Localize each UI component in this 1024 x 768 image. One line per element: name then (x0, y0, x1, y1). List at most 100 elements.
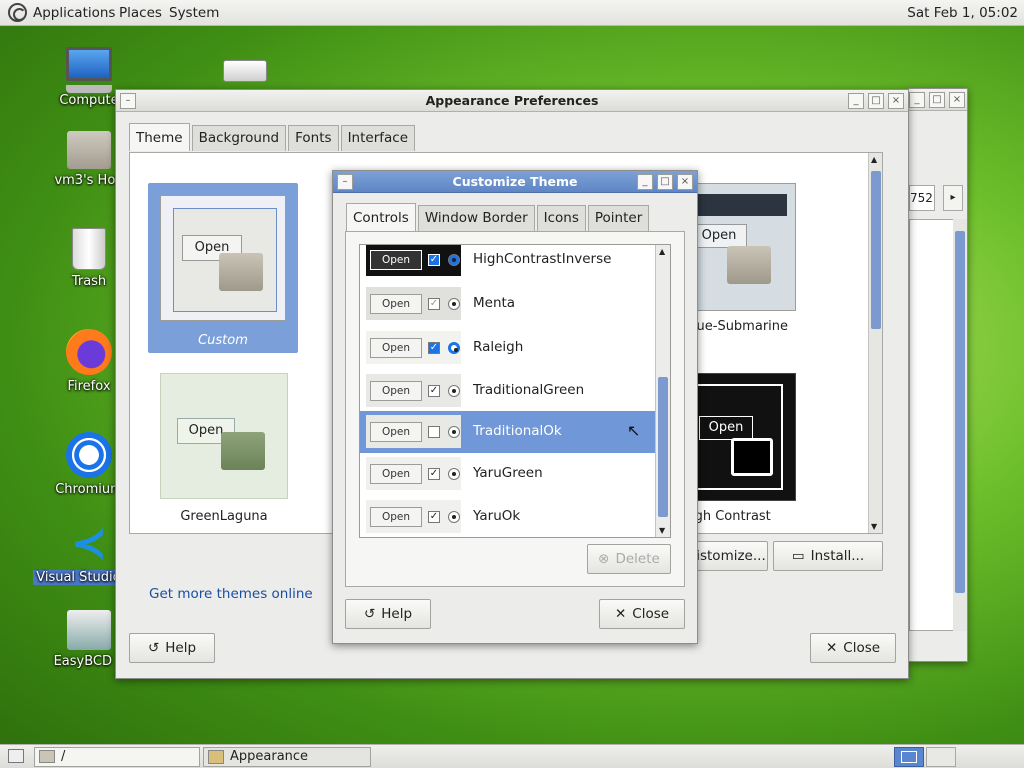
tab-controls[interactable]: Controls (346, 203, 416, 231)
help-button[interactable]: ↺ Help (345, 599, 431, 629)
preview-titlebar (687, 194, 787, 216)
taskbar-item-appearance[interactable]: Appearance Prefere... (203, 747, 371, 768)
delete-button[interactable]: ⊗ Delete (587, 544, 671, 574)
scroll-down-icon[interactable]: ▼ (659, 526, 665, 535)
maximize-icon[interactable]: □ (868, 93, 884, 109)
drive-icon[interactable] (223, 60, 267, 82)
controls-list-scrollbar[interactable]: ▲ ▼ (655, 245, 670, 537)
chromium-icon (66, 432, 112, 478)
tab-window-border[interactable]: Window Border (417, 205, 535, 231)
folder-icon (731, 438, 773, 476)
checkbox-icon: ✓ (428, 298, 440, 310)
maximize-icon[interactable]: □ (929, 92, 945, 108)
close-icon[interactable]: × (888, 93, 904, 109)
list-item[interactable]: Open ✓ YaruGreen (360, 453, 656, 495)
background-window-titlebar[interactable]: _ □ × (909, 89, 967, 111)
top-panel: Applications Places System Sat Feb 1, 05… (0, 0, 1024, 26)
minimize-icon[interactable]: _ (637, 174, 653, 190)
close-button[interactable]: ✕ Close (810, 633, 896, 663)
taskbar-item-label: / (61, 749, 66, 764)
install-icon: ▭ (791, 548, 805, 564)
close-icon[interactable]: × (949, 92, 965, 108)
install-button[interactable]: ▭ Install... (773, 541, 883, 571)
appearance-titlebar[interactable]: – Appearance Preferences _ □ × (116, 90, 908, 112)
scroll-up-icon[interactable]: ▲ (659, 247, 665, 256)
list-item[interactable]: Open ✓ HighContrastInverse (360, 245, 656, 281)
distro-logo-icon[interactable] (8, 3, 27, 22)
list-item[interactable]: Open ✓ TraditionalGreen (360, 370, 656, 412)
help-icon: ↺ (363, 606, 376, 622)
preview-open-button: Open (370, 250, 422, 270)
workspace-switcher-2[interactable] (926, 747, 956, 767)
theme-preview: Open (686, 183, 796, 311)
places-menu[interactable]: Places (119, 5, 162, 21)
radio-icon (448, 342, 460, 354)
theme-tile-blue-submarine[interactable]: Open Blue-Submarine (684, 183, 806, 334)
tab-interface[interactable]: Interface (340, 125, 416, 151)
forward-arrow-icon[interactable]: ▸ (943, 185, 963, 211)
scroll-up-icon[interactable]: ▲ (871, 155, 877, 164)
easybcd-icon (67, 610, 111, 650)
item-name: YaruOk (473, 508, 521, 524)
install-button-label: Install... (810, 548, 865, 564)
checkbox-icon: ✓ (428, 385, 440, 397)
mouse-pointer-icon: ↖ (627, 421, 641, 440)
theme-tile-custom[interactable]: Open Custom (148, 183, 298, 353)
path-field[interactable]: 752 (909, 185, 935, 211)
preview-open-button: Open (370, 507, 422, 527)
minimize-icon[interactable]: _ (848, 93, 864, 109)
close-button-label: Close (843, 640, 881, 656)
customize-theme-dialog[interactable]: – Customize Theme _ □ × Controls Window … (332, 170, 698, 644)
list-item[interactable]: Open ✓ Raleigh (360, 327, 656, 369)
appearance-icon (208, 750, 224, 764)
tab-icons[interactable]: Icons (536, 205, 586, 231)
tab-theme[interactable]: Theme (129, 123, 190, 151)
theme-list-scrollbar[interactable]: ▲ ▼ (868, 153, 882, 533)
scrollbar-thumb[interactable] (871, 171, 881, 329)
close-button-label: Close (632, 606, 670, 622)
taskbar-item-file-manager[interactable]: / (34, 747, 200, 767)
help-button[interactable]: ↺ Help (129, 633, 215, 663)
workspace-switcher[interactable] (894, 747, 924, 767)
preview-window: Open (173, 208, 277, 312)
radio-icon (448, 426, 460, 438)
close-button[interactable]: ✕ Close (599, 599, 685, 629)
item-name: Menta (473, 295, 516, 311)
radio-icon (448, 511, 460, 523)
scrollbar-thumb[interactable] (955, 231, 965, 593)
theme-preview: Open (160, 373, 288, 499)
close-icon[interactable]: × (677, 174, 693, 190)
get-more-themes-link[interactable]: Get more themes online (149, 586, 313, 602)
show-desktop-icon[interactable] (8, 749, 24, 763)
preview-open-button: Open (370, 464, 422, 484)
background-window[interactable]: _ □ × 752 ▸ (908, 88, 968, 662)
scroll-down-icon[interactable]: ▼ (871, 522, 877, 531)
scrollbar-thumb[interactable] (658, 377, 668, 517)
preview-open-button: Open (691, 224, 747, 248)
delete-icon: ⊗ (598, 551, 610, 567)
tab-pointer[interactable]: Pointer (587, 205, 650, 231)
item-name: HighContrastInverse (473, 251, 612, 267)
customize-tabs: Controls Window Border Icons Pointer (346, 203, 651, 231)
delete-button-label: Delete (615, 551, 660, 567)
customize-button[interactable]: istomize... (694, 541, 768, 571)
customize-titlebar[interactable]: – Customize Theme _ □ × (333, 171, 697, 193)
workspace-window-icon (901, 751, 917, 763)
clock[interactable]: Sat Feb 1, 05:02 (907, 5, 1018, 21)
folder-icon (39, 750, 55, 763)
list-item-selected[interactable]: Open ✓ TraditionalOk ↖ (360, 411, 656, 453)
tab-fonts[interactable]: Fonts (288, 125, 339, 151)
theme-tile-high-contrast[interactable]: Open High Contrast (681, 373, 806, 524)
list-item[interactable]: Open ✓ Menta (360, 283, 656, 325)
minimize-icon[interactable]: _ (909, 92, 925, 108)
preview-open-button: Open (370, 294, 422, 314)
system-menu[interactable]: System (169, 5, 219, 21)
computer-icon-base (66, 85, 112, 93)
theme-tile-greenlaguna[interactable]: Open GreenLaguna (160, 373, 290, 524)
close-icon: ✕ (825, 640, 838, 656)
list-item[interactable]: Open ✓ YaruOk (360, 496, 656, 537)
background-window-scrollbar[interactable] (953, 219, 967, 631)
tab-background[interactable]: Background (191, 125, 287, 151)
applications-menu[interactable]: Applications (33, 5, 115, 21)
maximize-icon[interactable]: □ (657, 174, 673, 190)
